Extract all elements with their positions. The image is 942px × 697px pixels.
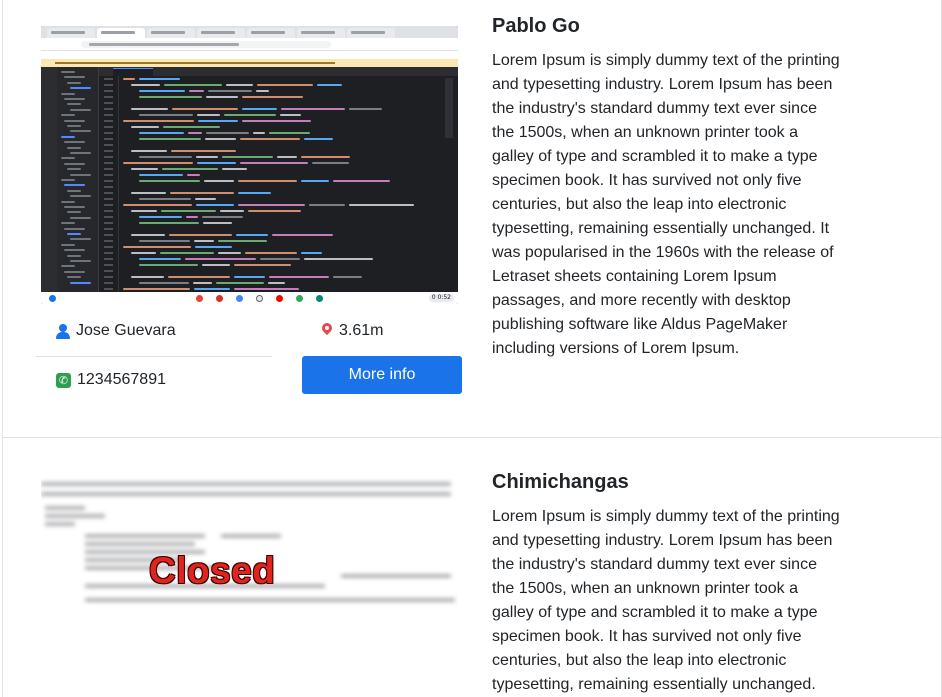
browser-address-bar — [41, 38, 458, 51]
chrome-app-icon — [196, 295, 203, 302]
gmail-app-icon — [216, 295, 223, 302]
listing-thumbnail[interactable]: 0 0:52 — [41, 26, 458, 304]
user-icon — [56, 323, 70, 339]
listing-title[interactable]: Pablo Go — [492, 15, 580, 38]
ide-activity-bar — [41, 67, 57, 292]
blurred-screenshot — [41, 478, 458, 618]
phone-icon: ✆ — [56, 372, 71, 388]
browser-tab-strip — [41, 26, 458, 38]
ide-editor-tabs — [99, 67, 458, 76]
ide-minimap — [445, 78, 453, 138]
files-app-icon — [256, 295, 263, 302]
phone-number[interactable]: 1234567891 — [77, 371, 166, 389]
owner-name: Jose Guevara — [76, 322, 176, 339]
launcher-icon — [49, 295, 56, 302]
os-shelf: 0 0:52 — [41, 292, 458, 304]
listing-thumbnail-closed[interactable] — [41, 478, 458, 618]
play-store-app-icon — [296, 295, 303, 302]
ide-line-gutter — [99, 76, 119, 292]
distance-row: 3.61m — [319, 320, 384, 340]
listing-container: 0 0:52 Jose Guevara 3.61m ✆ 1234567891 M… — [2, 0, 942, 697]
more-info-button[interactable]: More info — [302, 356, 462, 394]
docs-app-icon — [236, 295, 243, 302]
map-pin-icon — [319, 320, 335, 339]
listing-title[interactable]: Chimichangas — [492, 471, 629, 494]
listing-description: Lorem Ipsum is simply dummy text of the … — [492, 508, 840, 693]
listing-description: Lorem Ipsum is simply dummy text of the … — [492, 52, 840, 357]
browser-bookmarks-bar — [41, 51, 458, 59]
os-clock: 0 0:52 — [428, 294, 454, 302]
distance-value: 3.61m — [339, 322, 384, 339]
ide-code-area — [123, 78, 443, 292]
listing-card: Closed Chimichangas Lorem Ipsum is simpl… — [3, 438, 942, 697]
chat-app-icon — [316, 295, 323, 302]
closed-status-overlay: Closed — [149, 550, 276, 591]
phone-row: ✆ 1234567891 — [56, 371, 166, 389]
ide-file-tree — [57, 67, 99, 292]
owner-row: Jose Guevara — [56, 322, 176, 340]
youtube-app-icon — [276, 295, 283, 302]
browser-notice-bar — [41, 59, 458, 67]
divider — [36, 356, 272, 357]
listing-card: 0 0:52 Jose Guevara 3.61m ✆ 1234567891 M… — [3, 0, 942, 438]
